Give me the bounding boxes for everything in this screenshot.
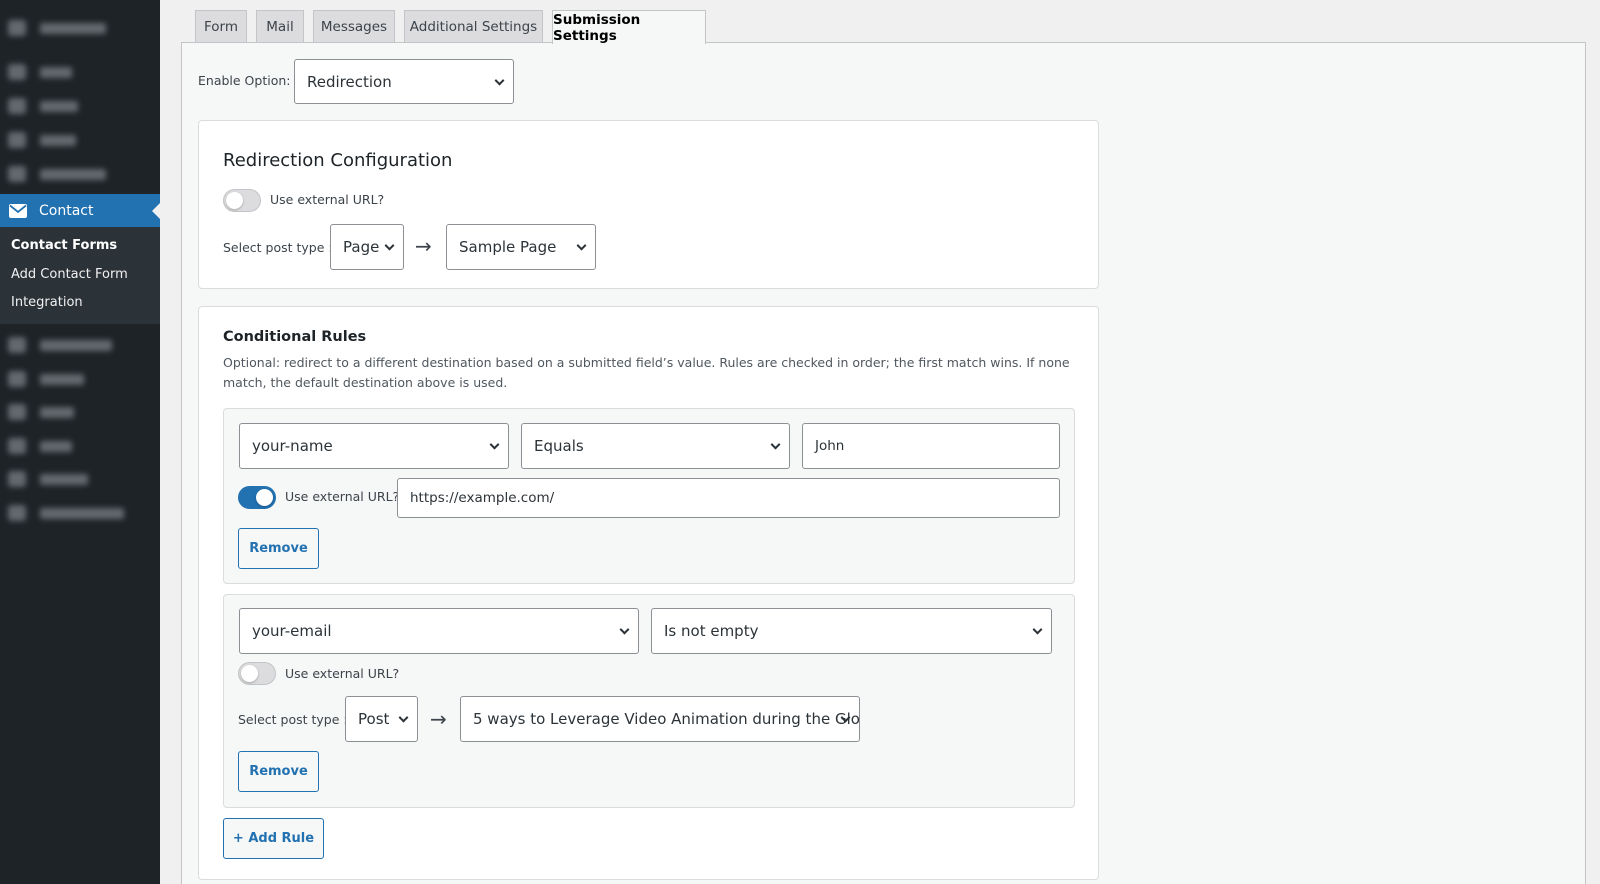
chevron-down-icon (1032, 624, 1043, 635)
rule-external-url-input[interactable]: https://example.com/ (397, 478, 1060, 518)
tab-submission-settings[interactable]: Submission Settings (552, 10, 706, 44)
rule-external-url-label: Use external URL? (285, 489, 400, 504)
chevron-down-icon (489, 439, 500, 450)
enable-option-label: Enable Option: (198, 73, 291, 88)
sidebar-submenu: Contact Forms Add Contact Form Integrati… (0, 227, 160, 324)
rule-value-input[interactable]: John (802, 423, 1060, 469)
sidebar-item-blurred[interactable] (8, 20, 106, 36)
remove-rule-button[interactable]: Remove (238, 528, 319, 569)
use-external-url-label: Use external URL? (270, 192, 385, 207)
sidebar-item-contact[interactable]: Contact (0, 194, 160, 227)
rule-operator-select[interactable]: Is not empty (651, 608, 1052, 654)
destination-select[interactable]: Sample Page (446, 224, 596, 270)
post-type-label: Select post type : (223, 240, 333, 255)
sidebar-item-blurred[interactable] (8, 64, 72, 80)
conditional-rules-title: Conditional Rules (223, 329, 367, 345)
chevron-down-icon (770, 439, 781, 450)
destination-value: Sample Page (459, 238, 557, 256)
sidebar-item-blurred[interactable] (8, 505, 124, 521)
submenu-item-integration[interactable]: Integration (0, 293, 160, 322)
add-rule-button[interactable]: + Add Rule (223, 818, 324, 859)
rule-external-url-toggle[interactable] (238, 486, 276, 509)
rule-operator-value: Is not empty (664, 622, 759, 640)
sidebar-item-blurred[interactable] (8, 471, 88, 487)
rule-destination-value: 5 ways to Leverage Video Animation durin… (473, 710, 859, 728)
rule-field-select[interactable]: your-name (239, 423, 509, 469)
tab-form[interactable]: Form (195, 10, 247, 43)
redirection-config-title: Redirection Configuration (223, 150, 453, 171)
sidebar-item-blurred[interactable] (8, 404, 74, 420)
enable-option-value: Redirection (307, 72, 392, 91)
rule-operator-value: Equals (534, 437, 584, 455)
tab-additional-settings[interactable]: Additional Settings (404, 10, 543, 43)
rule-external-url-label: Use external URL? (285, 666, 400, 681)
active-menu-indicator (152, 203, 160, 219)
sidebar-item-blurred[interactable] (8, 438, 72, 454)
remove-rule-button[interactable]: Remove (238, 751, 319, 792)
submenu-item-add-contact-form[interactable]: Add Contact Form (0, 265, 160, 294)
rule-field-value: your-email (252, 622, 332, 640)
rule-post-type-select[interactable]: Post (345, 696, 418, 742)
rule-external-url-toggle[interactable] (238, 662, 276, 685)
arrow-right-icon: → (430, 707, 447, 731)
tab-messages[interactable]: Messages (313, 10, 395, 43)
tab-mail[interactable]: Mail (256, 10, 304, 43)
sidebar-item-blurred[interactable] (8, 132, 76, 148)
sidebar-item-blurred[interactable] (8, 371, 84, 387)
enable-option-select[interactable]: Redirection (294, 59, 514, 104)
sidebar-item-blurred[interactable] (8, 98, 78, 114)
use-external-url-toggle[interactable] (223, 189, 261, 212)
rule-destination-select[interactable]: 5 ways to Leverage Video Animation durin… (460, 696, 860, 742)
arrow-right-icon: → (415, 234, 432, 258)
rule-field-value: your-name (252, 437, 333, 455)
chevron-down-icon (619, 624, 630, 635)
rule-post-type-label: Select post type : (238, 712, 348, 727)
envelope-icon (9, 203, 27, 218)
post-type-select[interactable]: Page (330, 224, 404, 270)
sidebar-item-label: Contact (39, 202, 94, 219)
admin-sidebar: Contact Contact Forms Add Contact Form I… (0, 0, 160, 884)
sidebar-item-blurred[interactable] (8, 337, 112, 353)
rule-operator-select[interactable]: Equals (521, 423, 790, 469)
sidebar-item-blurred[interactable] (8, 166, 106, 182)
conditional-rules-description: Optional: redirect to a different destin… (223, 355, 1070, 390)
rule-field-select[interactable]: your-email (239, 608, 639, 654)
submenu-item-contact-forms[interactable]: Contact Forms (0, 236, 160, 265)
chevron-down-icon (494, 75, 505, 86)
